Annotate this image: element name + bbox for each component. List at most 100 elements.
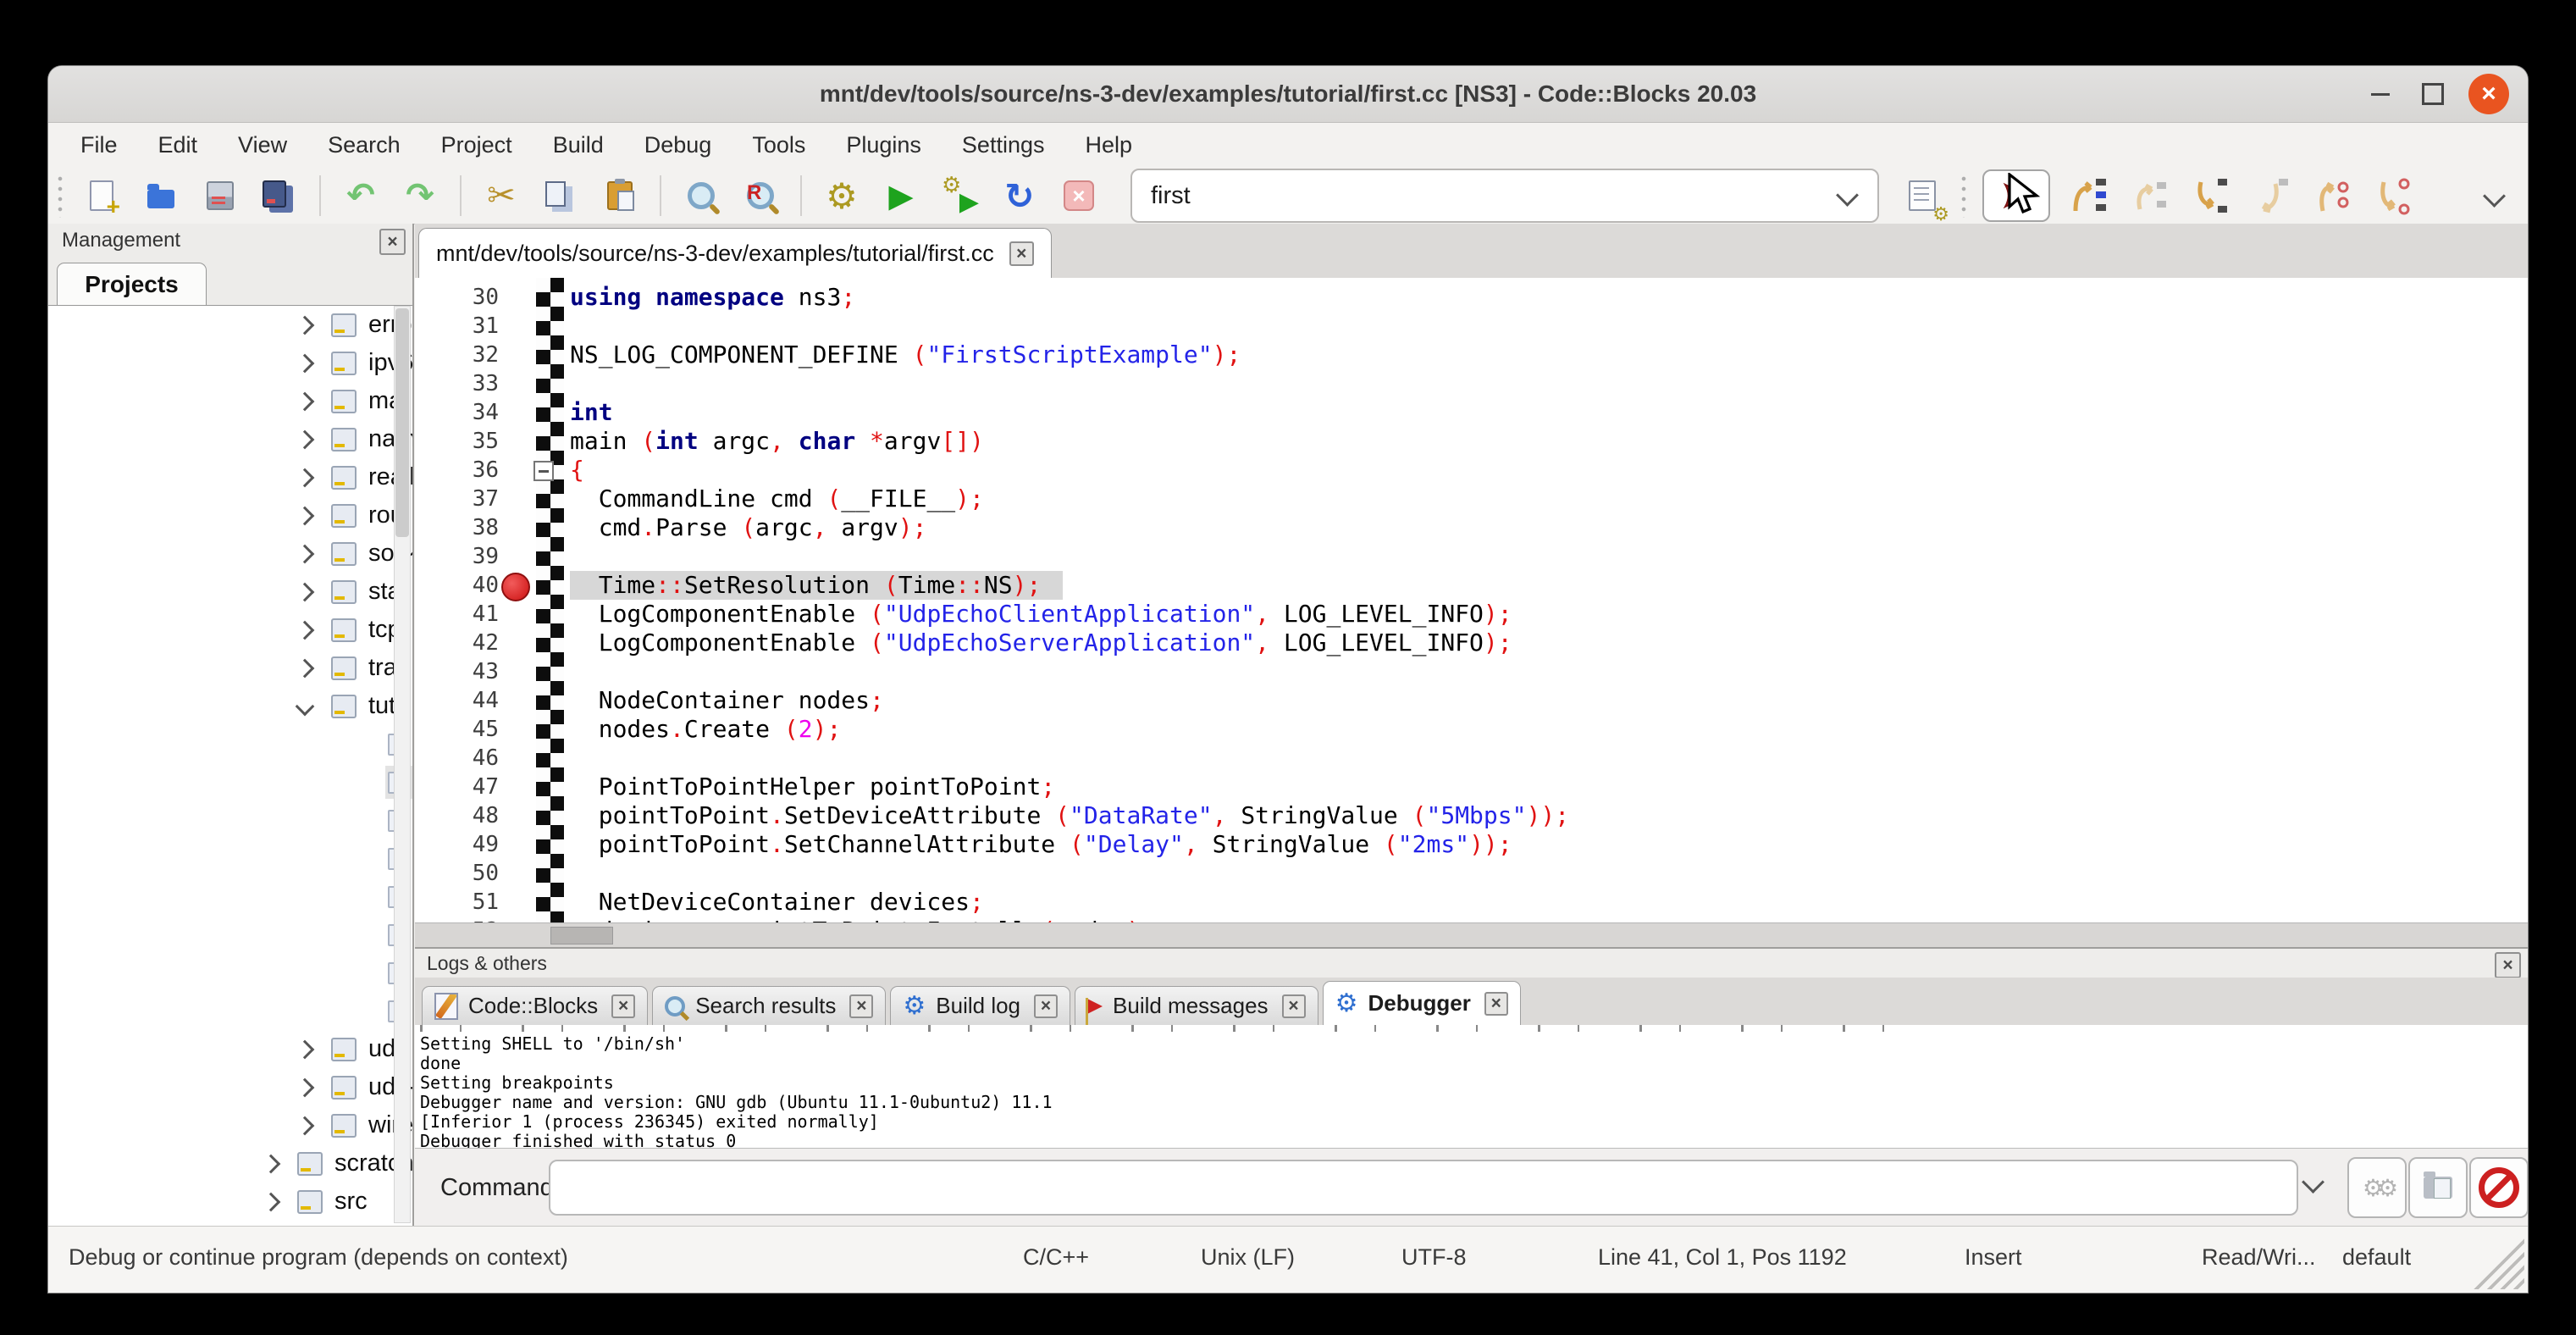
step-into-button[interactable] [2187, 173, 2231, 219]
line-number[interactable]: 40 [415, 571, 499, 600]
tree-item-se[interactable]: se [48, 878, 412, 916]
tree-item-si[interactable]: si [48, 954, 412, 992]
run-button[interactable]: ▶ [881, 173, 921, 219]
maximize-button[interactable] [2413, 74, 2453, 114]
log-tab-code-blocks[interactable]: Code::Blocks× [422, 986, 648, 1025]
tree-item-fif[interactable]: fif [48, 725, 412, 763]
tree-item-tcp[interactable]: tcp [48, 611, 412, 649]
fold-collapse-icon[interactable] [533, 461, 554, 481]
search-input[interactable] [1149, 174, 1818, 218]
tree-item-reall[interactable]: reall [48, 458, 412, 496]
undo-button[interactable]: ↶ [340, 173, 381, 219]
open-file-button[interactable] [141, 173, 181, 219]
log-tab-close-button[interactable]: × [1282, 994, 1306, 1018]
line-number[interactable]: 30 [415, 283, 499, 312]
line-number[interactable]: 35 [415, 427, 499, 456]
toolbar-grip[interactable] [55, 174, 65, 218]
chevron-right-icon[interactable] [262, 1154, 281, 1173]
line-number[interactable]: 31 [415, 312, 499, 341]
find-button[interactable] [681, 173, 721, 219]
tree-item-wire[interactable]: wire [48, 1106, 412, 1144]
tree-item-he[interactable]: he [48, 839, 412, 878]
chevron-right-icon[interactable] [262, 1192, 281, 1211]
line-number[interactable]: 36 [415, 456, 499, 485]
command-combobox[interactable] [549, 1160, 2298, 1216]
line-number[interactable]: 46 [415, 744, 499, 773]
tree-item-trafl[interactable]: trafl [48, 649, 412, 687]
step-into-instruction-button[interactable] [2370, 173, 2414, 219]
next-line-button[interactable] [2126, 173, 2170, 219]
close-button[interactable]: × [2468, 74, 2509, 114]
line-number[interactable]: 34 [415, 398, 499, 427]
toolbar-grip[interactable] [1959, 174, 1969, 218]
log-tab-search-results[interactable]: Search results× [652, 986, 886, 1025]
menu-settings[interactable]: Settings [942, 132, 1065, 158]
chevron-right-icon[interactable] [296, 391, 315, 411]
line-number[interactable]: 39 [415, 542, 499, 571]
build-target-options-button[interactable]: ⚙ [1902, 173, 1943, 219]
redo-button[interactable]: ↷ [400, 173, 440, 219]
tree-item-scratch[interactable]: scratch [48, 1144, 412, 1183]
build-button[interactable]: ⚙ [821, 173, 862, 219]
breakpoint-icon[interactable] [501, 573, 530, 601]
command-chevron-down-icon[interactable] [2302, 1171, 2324, 1194]
editor-tab-first-cc[interactable]: mnt/dev/tools/source/ns-3-dev/examples/t… [418, 228, 1052, 279]
editor-hscrollbar[interactable] [415, 922, 2528, 947]
tree-item-th[interactable]: th [48, 992, 412, 1030]
copy-button[interactable] [540, 173, 581, 219]
tree-item-erro[interactable]: erro [48, 306, 412, 344]
chevron-right-icon[interactable] [296, 468, 315, 487]
save-all-button[interactable] [259, 173, 300, 219]
chevron-right-icon[interactable] [296, 582, 315, 601]
chevron-right-icon[interactable] [296, 429, 315, 449]
tree-scrollbar-thumb[interactable] [395, 308, 409, 537]
menu-build[interactable]: Build [533, 132, 624, 158]
menu-search[interactable]: Search [307, 132, 421, 158]
tree-item-stat[interactable]: stat [48, 573, 412, 611]
line-number[interactable]: 51 [415, 888, 499, 917]
editor-hscrollbar-thumb[interactable] [550, 927, 613, 944]
menu-tools[interactable]: Tools [732, 132, 826, 158]
rebuild-button[interactable]: ↻ [999, 173, 1040, 219]
management-close-button[interactable]: × [379, 229, 406, 255]
chevron-down-icon[interactable] [296, 696, 315, 716]
line-number[interactable]: 41 [415, 600, 499, 629]
tree-item-rout[interactable]: rout [48, 496, 412, 535]
line-number[interactable]: 47 [415, 773, 499, 801]
line-number[interactable]: 33 [415, 369, 499, 398]
tree-scrollbar[interactable] [394, 306, 411, 1223]
chevron-right-icon[interactable] [296, 620, 315, 640]
tree-item-udp-[interactable]: udp- [48, 1068, 412, 1106]
tree-item-src[interactable]: src [48, 1183, 412, 1221]
log-tab-build-log[interactable]: ⚙Build log× [890, 986, 1070, 1025]
minimize-button[interactable] [2360, 74, 2401, 114]
chevron-right-icon[interactable] [296, 353, 315, 373]
logs-close-button[interactable]: × [2495, 952, 2521, 978]
line-number[interactable]: 44 [415, 686, 499, 715]
search-combobox[interactable] [1130, 169, 1879, 223]
toolbar-overflow-chevron-icon[interactable] [2483, 185, 2506, 208]
tab-projects[interactable]: Projects [57, 263, 207, 306]
line-number[interactable]: 49 [415, 830, 499, 859]
log-tab-debugger[interactable]: ⚙Debugger× [1323, 981, 1521, 1025]
resize-grip[interactable] [2468, 1233, 2524, 1289]
tree-item-fo[interactable]: fo [48, 801, 412, 839]
line-number[interactable]: 45 [415, 715, 499, 744]
log-tab-close-button[interactable]: × [849, 994, 873, 1018]
stop-debugger-button[interactable] [2469, 1157, 2528, 1218]
line-number[interactable]: 43 [415, 657, 499, 686]
line-number[interactable]: 38 [415, 513, 499, 542]
run-to-cursor-button[interactable] [2065, 173, 2109, 219]
chevron-right-icon[interactable] [296, 658, 315, 678]
debugger-settings-button[interactable]: ⚙⚙ [2347, 1157, 2407, 1218]
tree-item-fir[interactable]: fir [48, 763, 412, 801]
copy-log-button[interactable] [2408, 1157, 2468, 1218]
line-number[interactable]: 48 [415, 801, 499, 830]
chevron-down-icon[interactable] [1836, 184, 1859, 207]
editor-tab-close-button[interactable]: × [1009, 241, 1034, 266]
menu-file[interactable]: File [60, 132, 138, 158]
log-tab-close-button[interactable]: × [611, 994, 635, 1018]
tree-item-sock[interactable]: sock [48, 535, 412, 573]
chevron-right-icon[interactable] [296, 544, 315, 563]
menu-help[interactable]: Help [1064, 132, 1153, 158]
